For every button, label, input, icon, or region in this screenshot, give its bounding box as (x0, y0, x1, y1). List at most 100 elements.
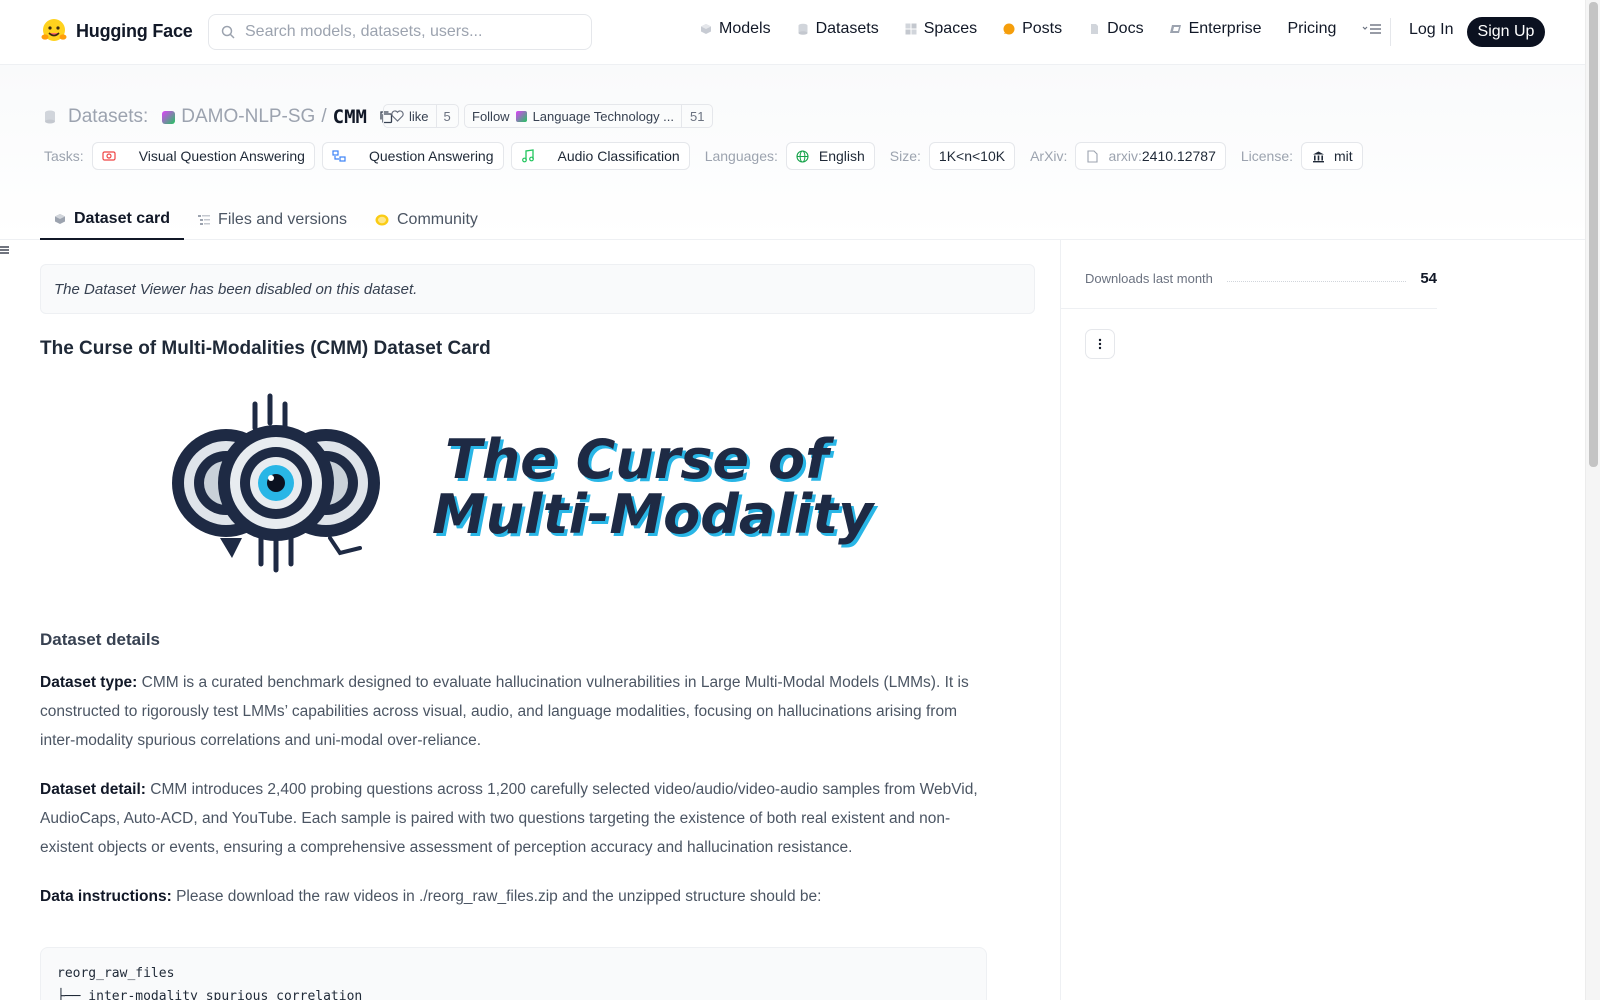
follow-org-avatar (515, 110, 527, 122)
enterprise-icon (1169, 25, 1181, 33)
code-block[interactable]: reorg_raw_files ├── inter-modality_spuri… (40, 947, 987, 1000)
more-options-button[interactable] (1085, 329, 1115, 359)
path-separator: / (321, 106, 327, 127)
nav-menu: Models Datasets Spaces Posts Docs Enterp… (700, 20, 1408, 38)
org-avatar (162, 110, 176, 124)
page-scrollbar[interactable] (1585, 0, 1600, 1000)
task-tag-audio-classification[interactable]: Audio Classification (510, 142, 690, 170)
nav-divider (1390, 18, 1391, 46)
code-line: reorg_raw_files (57, 966, 175, 981)
tab-files-and-versions[interactable]: Files and versions (184, 200, 361, 240)
nav-docs-label: Docs (1107, 20, 1144, 37)
license-value: mit (1334, 148, 1353, 164)
banner-text-line2: Multi-Modality (432, 483, 876, 546)
task-tag-question-answering[interactable]: Question Answering (321, 142, 504, 170)
data-instructions-label: Data instructions: (40, 888, 172, 905)
scrollbar-thumb[interactable] (1589, 2, 1598, 467)
task-tag-visual-question-answering[interactable]: Visual Question Answering (91, 142, 315, 170)
arxiv-label: ArXiv: (1030, 148, 1068, 164)
nav-models[interactable]: Models (700, 20, 771, 38)
task-label: Question Answering (368, 148, 494, 164)
posts-icon (1003, 23, 1015, 35)
search-input[interactable]: Search models, datasets, users... (208, 14, 592, 50)
dataset-type-label: Dataset type: (40, 674, 138, 691)
right-sidebar: Downloads last month 54 (1060, 240, 1585, 1000)
banner-text-line1: The Curse of (445, 428, 835, 491)
dataset-type-paragraph: Dataset type: CMM is a curated benchmark… (40, 668, 988, 755)
downloads-value: 54 (1420, 270, 1437, 287)
dataset-detail-text: CMM introduces 2,400 probing questions a… (40, 781, 978, 856)
size-tag[interactable]: 1K<n<10K (928, 142, 1016, 170)
nav-models-label: Models (719, 20, 771, 37)
tab-dataset-card[interactable]: Dataset card (40, 200, 185, 240)
document-icon (1087, 149, 1098, 163)
viewer-disabled-note: The Dataset Viewer has been disabled on … (40, 264, 1035, 314)
kebab-icon (1098, 338, 1102, 350)
arxiv-tag[interactable]: arxiv: 2410.12787 (1075, 142, 1226, 170)
language-tag-english[interactable]: English (785, 142, 875, 170)
menu-more-icon (1362, 24, 1382, 34)
question-answering-icon (332, 150, 346, 162)
files-icon (198, 215, 211, 225)
search-placeholder: Search models, datasets, users... (245, 23, 483, 40)
tags-row: Tasks: Visual Question Answering Questio… (44, 142, 1370, 170)
cube-icon (55, 214, 65, 224)
arxiv-id: 2410.12787 (1141, 148, 1216, 164)
arxiv-prefix: arxiv: (1108, 148, 1142, 164)
follow-org-name: Language Technology ... (532, 108, 675, 124)
search-icon (221, 25, 235, 39)
nav-pricing-label: Pricing (1287, 20, 1337, 37)
nav-posts[interactable]: Posts (1003, 20, 1062, 38)
nav-datasets[interactable]: Datasets (797, 20, 879, 38)
brand-name: Hugging Face (76, 20, 193, 41)
license-label: License: (1240, 148, 1294, 164)
follower-count: 51 (681, 105, 712, 127)
dataset-type-text: CMM is a curated benchmark designed to e… (40, 674, 969, 749)
nav-enterprise[interactable]: Enterprise (1169, 20, 1262, 38)
heart-icon (391, 110, 404, 122)
cmm-banner-image: The Curse of The Curse of Multi-Modality… (172, 393, 879, 573)
dataset-detail-paragraph: Dataset detail: CMM introduces 2,400 pro… (40, 775, 988, 862)
card-title: The Curse of Multi-Modalities (CMM) Data… (40, 338, 491, 359)
toc-menu-icon[interactable] (0, 245, 10, 255)
eye-emblem (172, 393, 380, 573)
repo-title: Datasets: DAMO-NLP-SG / CMM (44, 106, 393, 128)
brand-logo[interactable]: Hugging Face (40, 17, 193, 45)
top-navbar: Hugging Face Search models, datasets, us… (0, 0, 1585, 65)
dataset-detail-label: Dataset detail: (40, 781, 146, 798)
login-link[interactable]: Log In (1409, 21, 1453, 39)
size-value: 1K<n<10K (938, 148, 1006, 164)
data-instructions-paragraph: Data instructions: Please download the r… (40, 882, 988, 911)
task-label: Audio Classification (557, 148, 680, 164)
music-note-icon (521, 149, 534, 163)
community-icon (375, 214, 389, 225)
nav-docs[interactable]: Docs (1088, 20, 1144, 38)
nav-spaces[interactable]: Spaces (905, 20, 977, 38)
nav-pricing[interactable]: Pricing (1287, 20, 1336, 38)
task-label: Visual Question Answering (138, 148, 305, 164)
repo-type-label[interactable]: Datasets: (68, 106, 148, 128)
language-label: English (818, 148, 865, 164)
globe-icon (796, 149, 809, 163)
spaces-icon (905, 23, 917, 35)
follow-button[interactable]: Follow Language Technology ... 51 (464, 104, 714, 128)
like-button[interactable]: like 5 (383, 104, 459, 128)
downloads-label: Downloads last month (1085, 271, 1213, 286)
signup-button[interactable]: Sign Up (1467, 17, 1545, 47)
license-tag[interactable]: mit (1301, 142, 1363, 170)
section-heading-dataset-details: Dataset details (40, 630, 160, 649)
models-icon (701, 24, 711, 34)
follow-label: Follow (472, 108, 510, 124)
repo-name[interactable]: CMM (333, 106, 367, 128)
visual-qa-icon (102, 151, 116, 161)
nav-enterprise-label: Enterprise (1188, 20, 1262, 37)
languages-label: Languages: (704, 148, 778, 164)
org-link[interactable]: DAMO-NLP-SG (181, 106, 315, 128)
bank-icon (1312, 151, 1324, 162)
data-instructions-text: Please download the raw videos in ./reor… (176, 888, 822, 905)
tab-community[interactable]: Community (361, 200, 492, 240)
nav-spaces-label: Spaces (923, 20, 978, 37)
nav-datasets-label: Datasets (815, 20, 879, 37)
dotted-leader (1226, 281, 1407, 282)
nav-more-menu[interactable] (1362, 23, 1382, 35)
